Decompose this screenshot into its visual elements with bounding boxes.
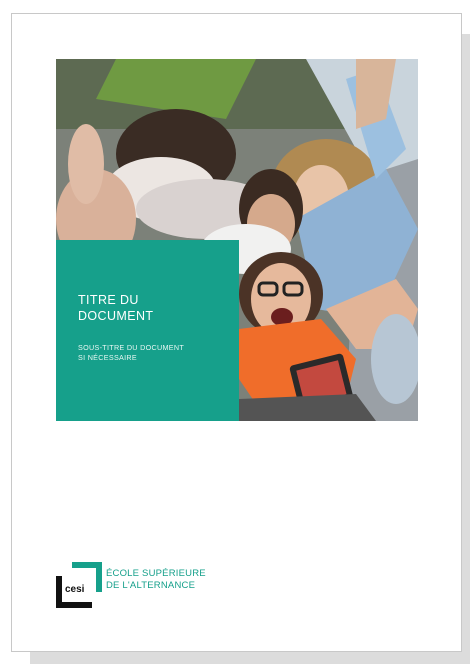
document-title: TITRE DU DOCUMENT bbox=[78, 292, 228, 324]
school-name: ÉCOLE SUPÉRIEURE DE L'ALTERNANCE bbox=[106, 568, 206, 591]
document-subtitle-line-1: SOUS-TITRE DU DOCUMENT bbox=[78, 343, 185, 352]
hero-photo: TITRE DU DOCUMENT SOUS-TITRE DU DOCUMENT… bbox=[56, 59, 418, 421]
document-subtitle: SOUS-TITRE DU DOCUMENT SI NÉCESSAIRE bbox=[78, 343, 228, 363]
school-name-line-2: DE L'ALTERNANCE bbox=[106, 579, 196, 591]
title-block: TITRE DU DOCUMENT SOUS-TITRE DU DOCUMENT… bbox=[56, 240, 239, 421]
school-name-line-1: ÉCOLE SUPÉRIEURE bbox=[106, 568, 206, 579]
document-page: TITRE DU DOCUMENT SOUS-TITRE DU DOCUMENT… bbox=[11, 13, 462, 652]
document-subtitle-line-2: SI NÉCESSAIRE bbox=[78, 353, 138, 362]
document-title-line-1: TITRE DU bbox=[78, 293, 139, 307]
document-title-line-2: DOCUMENT bbox=[78, 309, 154, 323]
cesi-logo: cesi ÉCOLE SUPÉRIEURE DE L'ALTERNANCE bbox=[56, 562, 256, 612]
cesi-logo-mark-icon: cesi bbox=[56, 562, 102, 608]
cesi-wordmark: cesi bbox=[65, 584, 85, 595]
